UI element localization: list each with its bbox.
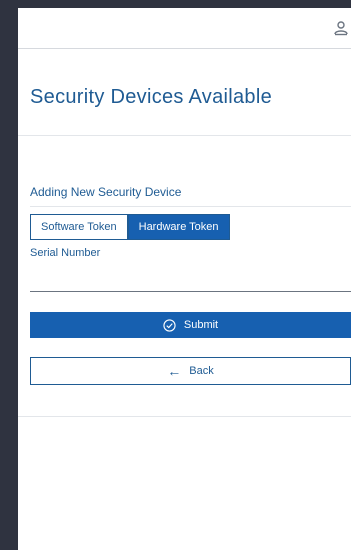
tab-hardware-token[interactable]: Hardware Token: [127, 214, 230, 240]
user-icon[interactable]: [333, 20, 349, 36]
page-header: Security Devices Available: [18, 49, 351, 136]
page-title: Security Devices Available: [30, 86, 272, 108]
arrow-left-icon: ←: [167, 363, 182, 379]
submit-label: Submit: [183, 319, 219, 331]
add-device-card: Adding New Security Device Software Toke…: [18, 136, 351, 417]
app-window: Security Devices Available Adding New Se…: [18, 8, 351, 550]
page: Security Devices Available Adding New Se…: [0, 0, 351, 550]
tab-software-token[interactable]: Software Token: [30, 214, 128, 240]
back-button[interactable]: ← Back: [30, 357, 351, 385]
check-circle-icon: [163, 318, 176, 332]
section-divider: [30, 206, 351, 207]
serial-number-label: Serial Number: [30, 247, 101, 259]
back-label: Back: [189, 365, 214, 377]
top-bar: [18, 8, 351, 49]
token-type-tabs: Software Token Hardware Token: [30, 214, 230, 240]
left-frame: [0, 0, 18, 550]
submit-button[interactable]: Submit: [30, 312, 351, 338]
serial-number-input[interactable]: [30, 262, 351, 292]
section-title: Adding New Security Device: [30, 185, 182, 199]
